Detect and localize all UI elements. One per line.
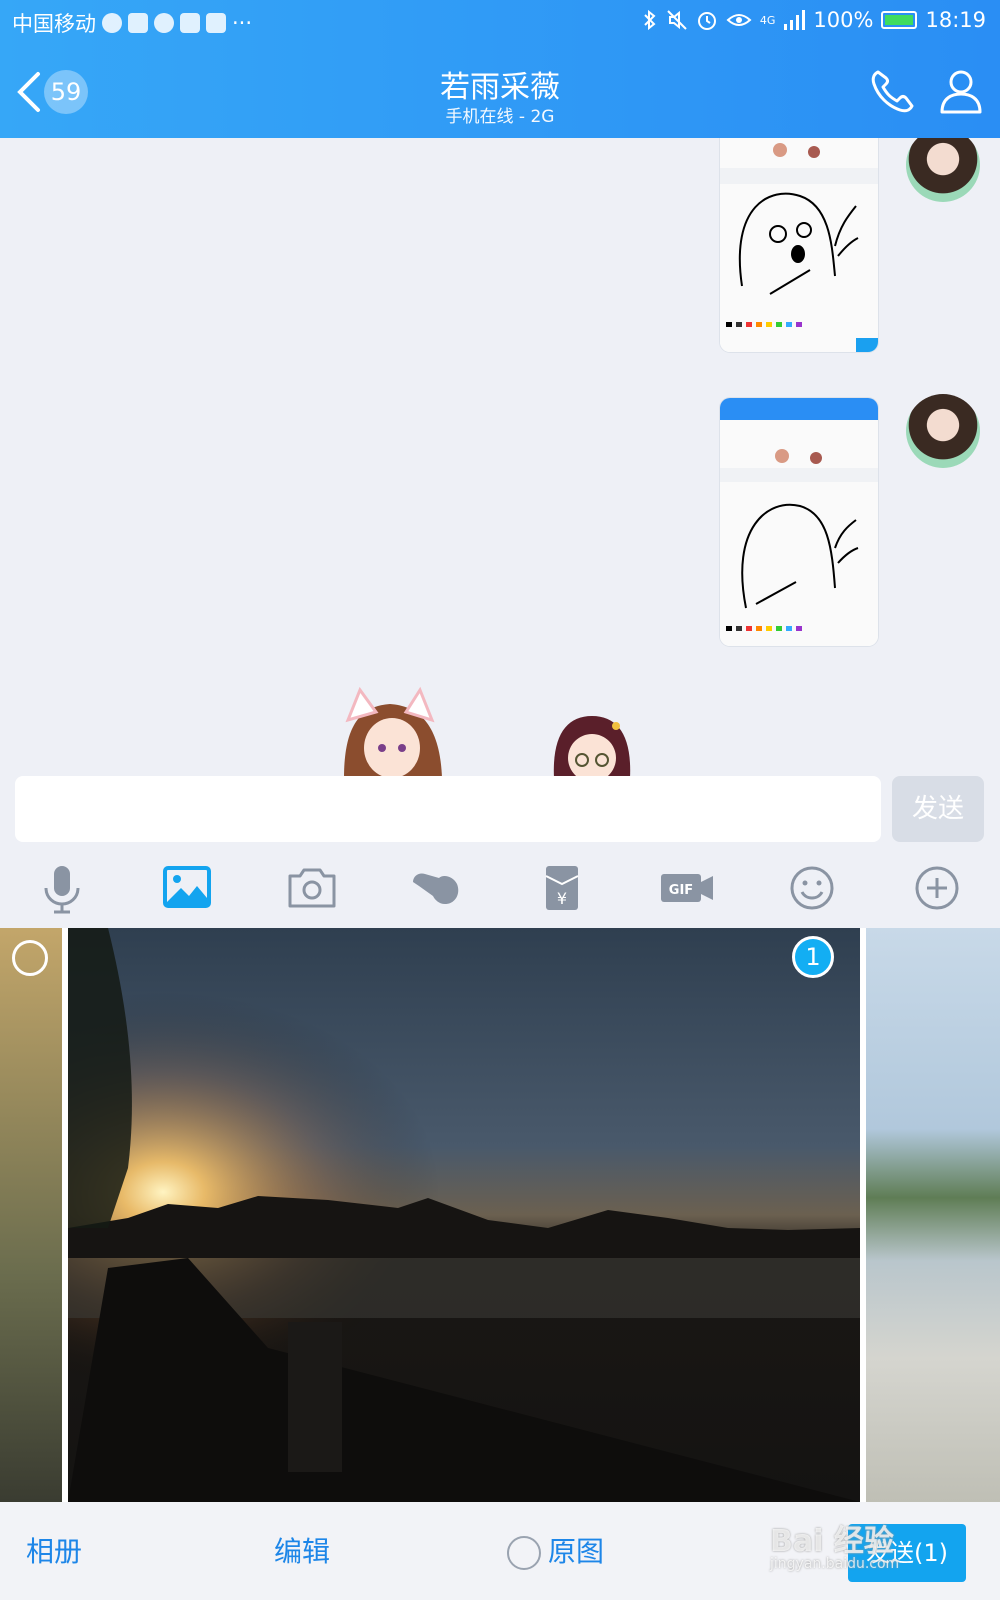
phone-call-icon[interactable] [868,66,918,116]
mute-icon [667,10,687,30]
message-input[interactable] [15,776,881,842]
album-button[interactable]: 相册 [26,1530,82,1570]
contact-profile-icon[interactable] [936,66,986,116]
weibo-notification-icon [154,13,174,33]
original-image-label[interactable]: 原图 [548,1530,604,1570]
my-avatar[interactable] [906,138,980,202]
message-notification-icon [102,13,122,33]
image-icon[interactable] [159,862,215,914]
image-message[interactable] [720,398,878,646]
mic-icon[interactable] [34,862,90,914]
camera-icon[interactable] [284,862,340,914]
my-avatar[interactable] [906,394,980,468]
svg-text:GIF: GIF [669,883,693,898]
plus-icon[interactable] [909,862,965,914]
photo-picker-bottom-bar: 相册 编辑 原图 发送(1) Bai 经验 jingyan.baidu.com [0,1502,1000,1600]
app2-notification-icon [180,13,200,33]
eye-comfort-icon [726,14,752,26]
screenshot-thumbnail [720,138,878,352]
chat-message-list[interactable] [0,138,1000,778]
sunset-lake-photo [68,928,860,1502]
battery-icon [881,11,918,29]
carrier-label: 中国移动 [12,12,96,36]
clock: 18:19 [925,8,986,32]
svg-text:¥: ¥ [557,889,567,908]
more-notifications: ··· [232,11,253,35]
input-toolbar: ¥ GIF [0,850,1000,926]
chat-theme-decoration [344,686,631,778]
photo-picker-strip[interactable]: 1 [0,928,1000,1502]
screenshot-thumbnail [720,398,878,646]
chat-header: 中国移动 ··· 4G 100% 18:19 59 若雨采薇 手机在线 - 2G [0,0,1000,138]
photo-thumbnail[interactable] [0,928,62,1502]
app-notification-icon [128,13,148,33]
bluetooth-icon [644,9,656,31]
app3-notification-icon [206,13,226,33]
photo-select-circle[interactable] [12,940,48,976]
contact-name: 若雨采薇 [440,70,560,105]
status-right: 4G 100% 18:19 [642,8,986,32]
network-type: 4G [759,13,776,27]
alarm-icon [697,12,716,30]
status-left: 中国移动 ··· [12,8,252,38]
send-button[interactable]: 发送 [892,776,984,842]
poke-icon[interactable] [409,862,465,914]
photo-thumbnail[interactable] [866,928,1000,1502]
photo-thumbnail-selected[interactable]: 1 [68,928,860,1502]
gif-icon[interactable]: GIF [659,862,715,914]
status-bar: 中国移动 ··· 4G 100% 18:19 [0,0,1000,46]
emoji-icon[interactable] [784,862,840,914]
image-message[interactable] [720,138,878,352]
edit-button[interactable]: 编辑 [274,1530,330,1570]
contact-online-status: 手机在线 - 2G [445,107,555,127]
original-image-radio[interactable] [507,1536,541,1570]
photo-selected-index-badge[interactable]: 1 [792,936,834,978]
send-photos-button[interactable]: 发送(1) [848,1524,966,1582]
red-packet-icon[interactable]: ¥ [534,862,590,914]
signal-icon [784,10,806,30]
battery-percent: 100% [813,8,874,32]
